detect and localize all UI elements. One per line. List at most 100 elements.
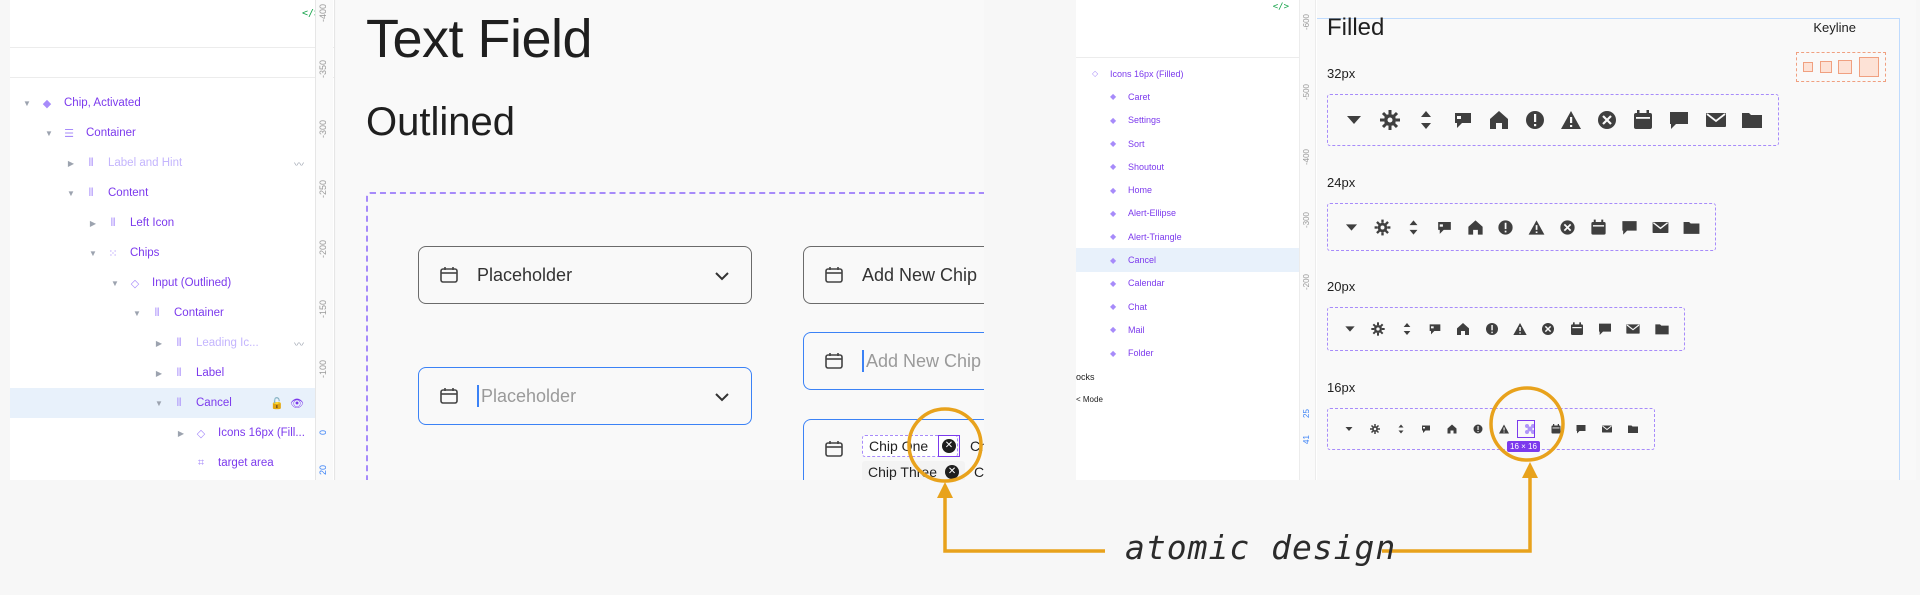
- home-icon[interactable]: [1487, 108, 1511, 132]
- chip-cancel-icon-selected[interactable]: ✕: [938, 435, 960, 457]
- layer-row[interactable]: ▶ ◇ Icons 16px (Fill...: [10, 418, 316, 448]
- icon-component-row[interactable]: ◇ Icons 16px (Filled): [1076, 62, 1299, 85]
- layer-row[interactable]: ▼ ⫴ Container: [10, 298, 316, 328]
- alert-ellipse-icon[interactable]: [1496, 218, 1515, 237]
- settings-icon[interactable]: [1373, 218, 1392, 237]
- chat-icon[interactable]: [1575, 423, 1587, 435]
- alert-triangle-icon[interactable]: [1527, 218, 1546, 237]
- alert-triangle-icon[interactable]: [1559, 108, 1583, 132]
- chevron-down-icon[interactable]: [713, 388, 731, 406]
- add-chip-field[interactable]: Add New Chip: [803, 246, 984, 304]
- chip[interactable]: Chip Three ✕: [862, 461, 966, 480]
- layer-row[interactable]: ▶ ⫴ Leading Ic... 〰: [10, 328, 316, 358]
- unlock-icon[interactable]: 🔓: [270, 397, 284, 410]
- caret-down-icon[interactable]: ▼: [154, 399, 164, 408]
- chat-icon[interactable]: [1667, 108, 1691, 132]
- home-icon[interactable]: [1446, 423, 1458, 435]
- alert-ellipse-icon[interactable]: [1484, 321, 1500, 337]
- alert-triangle-icon[interactable]: [1498, 423, 1510, 435]
- layer-row[interactable]: ▶ ⫴ Label and Hint 〰: [10, 148, 316, 178]
- icon-tree-item[interactable]: ◆ Calendar: [1076, 272, 1299, 295]
- caret-down-icon[interactable]: ▼: [44, 129, 54, 138]
- shoutout-icon[interactable]: [1427, 321, 1443, 337]
- panel-row[interactable]: ocks: [1076, 365, 1299, 388]
- settings-icon[interactable]: [1378, 108, 1402, 132]
- folder-icon[interactable]: [1654, 321, 1670, 337]
- outlined-select-field-focused[interactable]: Placeholder: [418, 367, 752, 425]
- cancel-icon[interactable]: [1540, 321, 1556, 337]
- layer-row[interactable]: ▼ ⁙ Chips: [10, 238, 316, 268]
- calendar-icon[interactable]: [1631, 108, 1655, 132]
- calendar-icon[interactable]: [1550, 423, 1562, 435]
- layer-row[interactable]: ▼ ◇ Input (Outlined): [10, 268, 316, 298]
- icon-tree-item[interactable]: ◆ Sort: [1076, 132, 1299, 155]
- chip-truncated[interactable]: Ch: [966, 435, 984, 457]
- mail-icon[interactable]: [1601, 423, 1613, 435]
- mail-icon[interactable]: [1704, 108, 1728, 132]
- shoutout-icon[interactable]: [1451, 108, 1475, 132]
- sort-icon[interactable]: [1395, 423, 1407, 435]
- layer-row[interactable]: ▶ ⫴ Left Icon: [10, 208, 316, 238]
- hidden-link-icon[interactable]: 〰: [294, 336, 304, 351]
- cancel-icon[interactable]: [1595, 108, 1619, 132]
- chevron-down-icon[interactable]: [713, 267, 731, 285]
- settings-icon[interactable]: [1369, 423, 1381, 435]
- caret-down-icon[interactable]: ▼: [22, 99, 32, 108]
- caret-icon[interactable]: [1342, 321, 1358, 337]
- mail-icon[interactable]: [1651, 218, 1670, 237]
- chat-icon[interactable]: [1597, 321, 1613, 337]
- layer-row[interactable]: ▼ ☰ Container: [10, 118, 316, 148]
- icon-tree-item[interactable]: ◆ Chat: [1076, 295, 1299, 318]
- layer-row[interactable]: ⌗ target area: [10, 448, 316, 478]
- calendar-icon[interactable]: [1589, 218, 1608, 237]
- caret-icon[interactable]: [1342, 218, 1361, 237]
- caret-right-icon[interactable]: ▶: [154, 369, 164, 378]
- caret-right-icon[interactable]: ▶: [66, 159, 76, 168]
- sort-icon[interactable]: [1414, 108, 1438, 132]
- folder-icon[interactable]: [1682, 218, 1701, 237]
- icon-tree-item[interactable]: ◆ Settings: [1076, 109, 1299, 132]
- outlined-select-field[interactable]: Placeholder: [418, 246, 752, 304]
- sort-icon[interactable]: [1404, 218, 1423, 237]
- code-icon[interactable]: </>: [1273, 2, 1289, 12]
- selected-icon-outline[interactable]: [1517, 420, 1535, 438]
- caret-icon[interactable]: [1342, 108, 1366, 132]
- caret-right-icon[interactable]: ▶: [154, 339, 164, 348]
- layer-row[interactable]: ▼ ⫴ Cancel 🔓 👁: [10, 388, 316, 418]
- alert-ellipse-icon[interactable]: [1523, 108, 1547, 132]
- caret-icon[interactable]: [1343, 423, 1355, 435]
- icon-tree-item[interactable]: ◆ Alert-Ellipse: [1076, 202, 1299, 225]
- add-chip-field-focused[interactable]: Add New Chip: [803, 332, 984, 390]
- eye-icon[interactable]: 👁: [290, 397, 304, 410]
- chip-truncated[interactable]: C: [970, 461, 984, 480]
- shoutout-icon[interactable]: [1435, 218, 1454, 237]
- alert-ellipse-icon[interactable]: [1472, 423, 1484, 435]
- alert-triangle-icon[interactable]: [1512, 321, 1528, 337]
- icon-tree-item[interactable]: ◆ Folder: [1076, 342, 1299, 365]
- layer-row[interactable]: ▶ ⫴ Label: [10, 358, 316, 388]
- caret-down-icon[interactable]: ▼: [132, 309, 142, 318]
- chat-icon[interactable]: [1620, 218, 1639, 237]
- panel-row[interactable]: < Mode: [1076, 388, 1299, 411]
- icon-tree-item[interactable]: ◆ Mail: [1076, 318, 1299, 341]
- calendar-icon[interactable]: [1569, 321, 1585, 337]
- cancel-icon[interactable]: [1558, 218, 1577, 237]
- shoutout-icon[interactable]: [1420, 423, 1432, 435]
- home-icon[interactable]: [1455, 321, 1471, 337]
- caret-down-icon[interactable]: ▼: [66, 189, 76, 198]
- cancel-icon[interactable]: ✕: [945, 465, 960, 479]
- icon-tree-item[interactable]: ◆ Alert-Triangle: [1076, 225, 1299, 248]
- caret-right-icon[interactable]: ▶: [88, 219, 98, 228]
- sort-icon[interactable]: [1399, 321, 1415, 337]
- home-icon[interactable]: [1466, 218, 1485, 237]
- folder-icon[interactable]: [1627, 423, 1639, 435]
- icon-tree-item[interactable]: ◆ Cancel: [1076, 248, 1299, 272]
- mail-icon[interactable]: [1625, 321, 1641, 337]
- icon-tree-item[interactable]: ◆ Caret: [1076, 85, 1299, 108]
- icon-tree-item[interactable]: ◆ Shoutout: [1076, 155, 1299, 178]
- layer-row[interactable]: ▼ ⫴ Content: [10, 178, 316, 208]
- caret-down-icon[interactable]: ▼: [88, 249, 98, 258]
- folder-icon[interactable]: [1740, 108, 1764, 132]
- icon-tree-item[interactable]: ◆ Home: [1076, 178, 1299, 201]
- caret-down-icon[interactable]: ▼: [110, 279, 120, 288]
